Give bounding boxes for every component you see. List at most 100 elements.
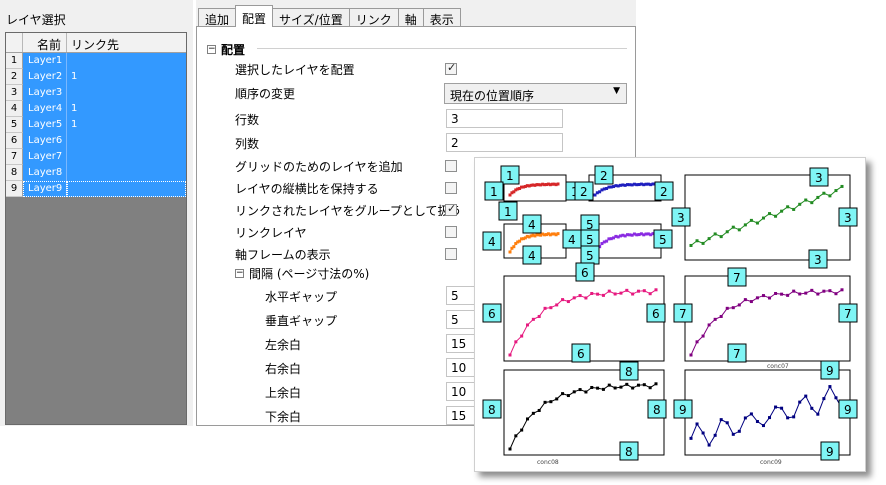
label-right-margin: 右余白 — [265, 362, 302, 376]
layer-9-point-11 — [755, 420, 759, 424]
column-header-name[interactable]: 名前 — [23, 33, 67, 52]
layer-name-cell[interactable]: Layer4 — [23, 101, 67, 117]
rows-input[interactable]: 3 — [446, 109, 563, 128]
collapse-icon[interactable]: − — [235, 269, 244, 278]
checkbox-arrange-selected[interactable] — [445, 61, 457, 75]
tab-axis[interactable]: 軸 — [397, 8, 424, 27]
layer-link-cell[interactable]: 1 — [67, 117, 186, 133]
layer-badge-label: 3 — [844, 211, 852, 225]
layer-9-point-1 — [695, 422, 699, 426]
layer-7-point-9 — [743, 298, 747, 302]
row-number: 1 — [6, 53, 23, 69]
section-divider — [257, 48, 627, 49]
layer-9-point-17 — [792, 415, 796, 419]
layer-link-cell[interactable] — [67, 181, 186, 197]
layer-name-cell[interactable]: Layer5 — [23, 117, 67, 133]
tab-bar: 追加 配置 サイズ/位置 リンク 軸 表示 — [198, 5, 461, 27]
label-order-change: 順序の変更 — [235, 87, 296, 101]
collapse-icon[interactable]: − — [207, 45, 216, 54]
table-row[interactable]: 2 Layer2 1 — [6, 69, 186, 85]
layer-7-curve — [690, 289, 843, 356]
layer-link-cell[interactable]: 1 — [67, 69, 186, 85]
layer-6-point-4 — [531, 317, 535, 321]
layer-name-cell[interactable]: Layer1 — [23, 53, 67, 69]
layer-3-point-17 — [792, 207, 796, 211]
layer-8-point-15 — [596, 386, 600, 390]
table-row[interactable]: 4 Layer4 1 — [6, 101, 186, 117]
layer-3-point-7 — [731, 225, 735, 229]
layer-9-point-0 — [689, 436, 693, 440]
layer-3-frame — [684, 174, 851, 261]
layer-4-point-0 — [508, 250, 512, 254]
layer-link-cell[interactable] — [67, 149, 186, 165]
column-header-link[interactable]: リンク先 — [67, 33, 186, 52]
layer-7-point-16 — [786, 293, 790, 297]
layer-name-cell[interactable]: Layer8 — [23, 165, 67, 181]
layer-badge-label: 8 — [625, 365, 633, 379]
layer-badge-label: 3 — [815, 171, 823, 185]
layer-4-point-2 — [512, 245, 516, 249]
checkbox-link-layers[interactable] — [445, 226, 457, 238]
table-row[interactable]: 5 Layer5 1 — [6, 117, 186, 133]
layer-3-point-4 — [713, 232, 717, 236]
layer-badge-label: 5 — [586, 233, 594, 247]
table-row[interactable]: 9 Layer9 — [6, 181, 186, 197]
layer-3-point-13 — [768, 212, 772, 216]
checkbox-keep-aspect[interactable] — [445, 182, 457, 194]
section-arrange-header[interactable]: − 配置 — [207, 41, 245, 58]
row-number: 5 — [6, 117, 23, 133]
layer-9-point-2 — [701, 431, 705, 435]
table-row[interactable]: 6 Layer6 — [6, 133, 186, 149]
tab-add[interactable]: 追加 — [198, 8, 237, 27]
layer-7-point-5 — [719, 314, 723, 318]
layer-name-cell[interactable]: Layer2 — [23, 69, 67, 85]
layer-name-cell[interactable]: Layer3 — [23, 85, 67, 101]
layer-9-point-15 — [780, 406, 784, 410]
layer-3-point-20 — [810, 201, 814, 205]
layer-link-cell[interactable] — [67, 133, 186, 149]
layer-badge-label: 9 — [679, 403, 687, 417]
layer-9-point-20 — [810, 406, 814, 410]
table-row[interactable]: 1 Layer1 — [6, 53, 186, 69]
table-row[interactable]: 7 Layer7 — [6, 149, 186, 165]
layer-name-cell[interactable]: Layer6 — [23, 133, 67, 149]
label-cols: 列数 — [235, 137, 260, 151]
layer-link-cell[interactable]: 1 — [67, 101, 186, 117]
tab-display[interactable]: 表示 — [422, 8, 461, 27]
layer-3-point-21 — [816, 195, 820, 199]
layer-link-cell[interactable] — [67, 53, 186, 69]
layer-8-point-14 — [590, 385, 594, 389]
order-dropdown[interactable]: 現在の位置順序 ▼ — [444, 83, 627, 104]
layer-7-point-8 — [737, 303, 741, 307]
x-axis-title-l8: conc08 — [537, 459, 559, 466]
layer-3-point-25 — [840, 184, 844, 188]
layer-6-point-19 — [619, 291, 623, 295]
layer-name-cell[interactable]: Layer7 — [23, 149, 67, 165]
tab-size-position[interactable]: サイズ/位置 — [272, 8, 350, 27]
layer-8-point-7 — [549, 400, 553, 404]
order-dropdown-value: 現在の位置順序 — [450, 89, 535, 103]
layer-6-point-20 — [625, 288, 629, 292]
layer-6-point-8 — [555, 303, 559, 307]
dropdown-arrow-icon[interactable]: ▼ — [613, 86, 620, 96]
checkbox-group-linked[interactable] — [445, 202, 457, 216]
cols-input[interactable]: 2 — [446, 133, 563, 152]
checkbox-show-frame[interactable] — [445, 248, 457, 260]
checkbox-add-layers[interactable] — [445, 160, 457, 172]
tab-link[interactable]: リンク — [348, 8, 399, 27]
label-h-gap: 水平ギャップ — [265, 290, 338, 304]
layer-6-point-15 — [596, 292, 600, 296]
layer-8-point-23 — [642, 383, 646, 387]
layer-badge-label: 3 — [814, 253, 822, 267]
layer-name-cell[interactable]: Layer9 — [23, 181, 67, 197]
layer-badge-label: 3 — [677, 211, 685, 225]
layer-8-point-5 — [537, 408, 541, 412]
spacing-section-header[interactable]: − 間隔 (ページ寸法の%) — [235, 265, 369, 282]
layer-link-cell[interactable] — [67, 85, 186, 101]
layer-link-cell[interactable] — [67, 165, 186, 181]
label-link-layers: リンクレイヤ — [235, 226, 307, 240]
layer-9-point-7 — [731, 432, 735, 436]
table-row[interactable]: 8 Layer8 — [6, 165, 186, 181]
table-row[interactable]: 3 Layer3 — [6, 85, 186, 101]
tab-arrange[interactable]: 配置 — [235, 5, 274, 27]
